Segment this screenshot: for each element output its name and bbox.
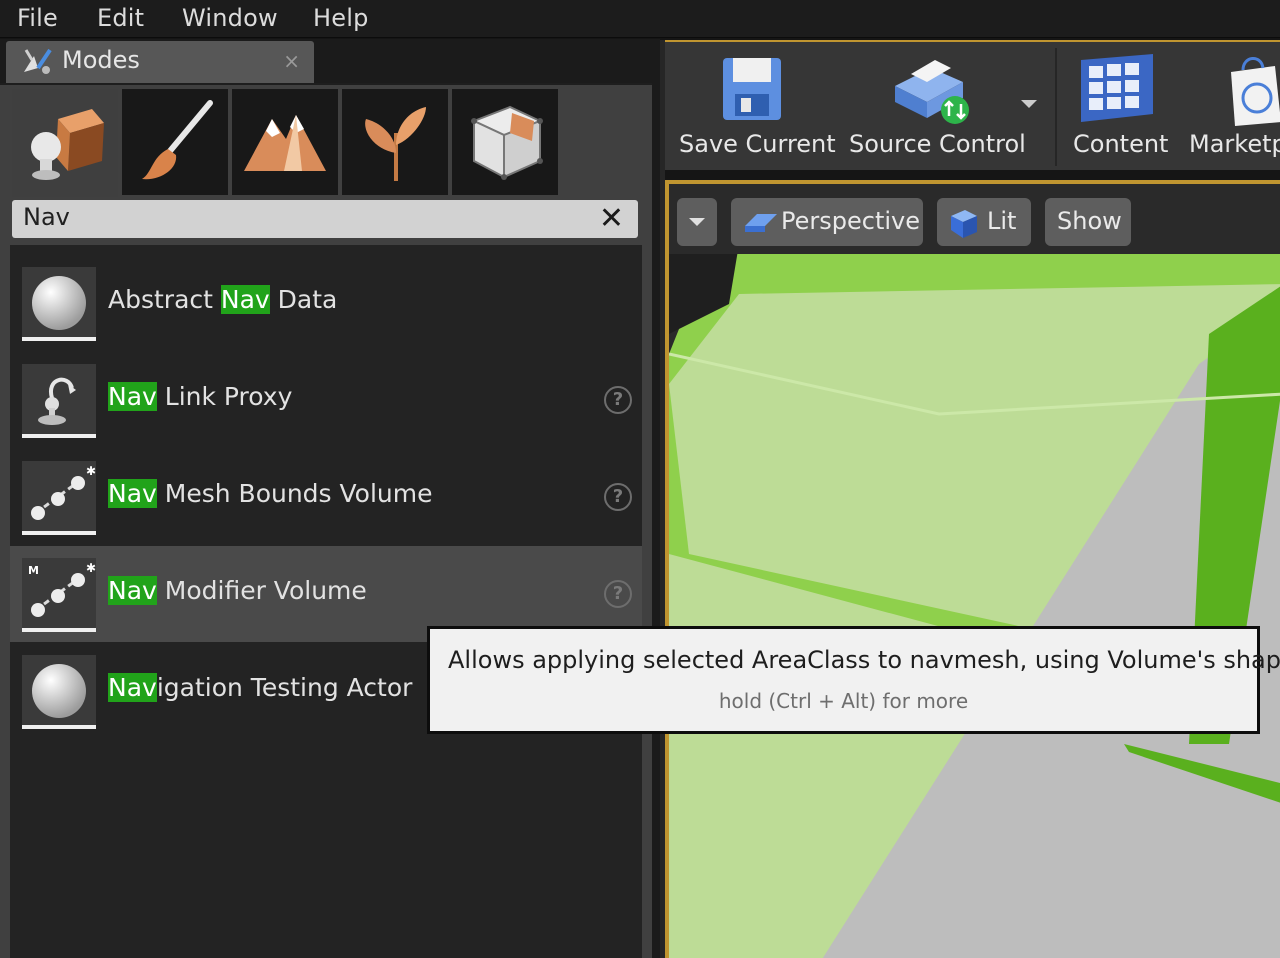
tooltip-hint: hold (Ctrl + Alt) for more <box>718 689 969 713</box>
chevron-down-icon <box>689 218 705 226</box>
item-thumbnail: M ✱ <box>22 558 96 632</box>
save-current-button[interactable]: Save Current <box>671 42 836 170</box>
tooltip: Allows applying selected AreaClass to na… <box>427 626 1280 734</box>
menu-window[interactable]: Window <box>182 4 278 32</box>
lit-cube-icon <box>951 210 977 238</box>
item-thumbnail <box>22 655 96 729</box>
save-floppy-icon <box>723 58 781 120</box>
content-browser-icon <box>1081 54 1153 122</box>
viewport-toolbar: Perspective Lit Show <box>669 184 1280 254</box>
perspective-button[interactable]: Perspective <box>731 198 923 246</box>
modes-tab-title: Modes <box>62 46 140 74</box>
clear-search-icon[interactable]: ✕ <box>599 200 624 238</box>
marketplace-button[interactable]: Marketp <box>1183 42 1280 170</box>
mode-geometry-button[interactable] <box>452 89 558 195</box>
content-label: Content <box>1073 130 1169 158</box>
list-item-nav-link-proxy[interactable]: Nav Link Proxy ? <box>10 352 642 448</box>
results-list: Abstract Nav Data Nav Link Proxy ? ✱ Nav… <box>10 245 642 958</box>
content-button[interactable]: Content <box>1063 42 1173 170</box>
viewport-options-button[interactable] <box>677 198 717 246</box>
mode-paint-button[interactable] <box>122 89 228 195</box>
sphere-icon <box>32 664 86 718</box>
level-viewport[interactable]: Perspective Lit Show <box>665 180 1280 958</box>
help-icon[interactable]: ? <box>604 580 632 608</box>
source-control-icon <box>895 60 969 124</box>
help-icon[interactable]: ? <box>604 386 632 414</box>
modes-panel-body: Nav ✕ Abstract Nav Data Nav Link Proxy ?… <box>0 83 652 958</box>
main-toolbar: Save Current Source Control Content Mark… <box>665 40 1280 170</box>
list-item-nav-mesh-bounds-volume[interactable]: ✱ Nav Mesh Bounds Volume ? <box>10 449 642 545</box>
marketplace-bag-icon <box>1231 57 1280 126</box>
item-label: Nav Link Proxy <box>108 382 293 411</box>
close-icon[interactable]: × <box>283 49 300 73</box>
place-mode-icon <box>31 109 104 180</box>
modes-tab[interactable]: Modes × <box>6 41 314 83</box>
lit-button[interactable]: Lit <box>937 198 1031 246</box>
mode-place-button[interactable] <box>12 89 118 197</box>
modifier-badge: M <box>28 564 39 577</box>
foliage-leaf-icon <box>365 107 426 181</box>
geometry-cube-icon <box>471 105 543 180</box>
modifier-volume-icon: M ✱ <box>28 561 96 617</box>
menu-bar: File Edit Window Help <box>0 0 1280 38</box>
sphere-icon <box>32 276 86 330</box>
perspective-camera-icon <box>745 214 777 232</box>
nav-link-proxy-icon <box>38 377 76 425</box>
marketplace-label: Marketp <box>1189 130 1280 158</box>
item-label: Abstract Nav Data <box>108 285 338 314</box>
item-label: Navigation Testing Actor <box>108 673 413 702</box>
toolbar-separator <box>1055 48 1057 166</box>
chevron-down-icon[interactable] <box>1021 100 1037 108</box>
svg-text:✱: ✱ <box>86 464 96 478</box>
search-match-highlight: Nav <box>108 673 157 702</box>
search-field[interactable]: Nav ✕ <box>12 200 638 238</box>
item-thumbnail <box>22 364 96 438</box>
menu-help[interactable]: Help <box>313 4 369 32</box>
show-label: Show <box>1057 207 1122 235</box>
mode-landscape-button[interactable] <box>232 89 338 195</box>
menu-edit[interactable]: Edit <box>97 4 144 32</box>
save-current-label: Save Current <box>679 130 836 158</box>
modes-icon <box>24 48 52 74</box>
item-label: Nav Modifier Volume <box>108 576 367 605</box>
source-control-button[interactable]: Source Control <box>841 42 1051 170</box>
search-match-highlight: Nav <box>220 285 270 314</box>
list-item-abstract-nav-data[interactable]: Abstract Nav Data <box>10 255 642 351</box>
lit-label: Lit <box>987 207 1017 235</box>
show-button[interactable]: Show <box>1045 198 1131 246</box>
source-control-label: Source Control <box>849 130 1026 158</box>
item-thumbnail: ✱ <box>22 461 96 535</box>
item-label: Nav Mesh Bounds Volume <box>108 479 433 508</box>
search-match-highlight: Nav <box>108 576 157 605</box>
perspective-label: Perspective <box>781 207 920 235</box>
item-thumbnail <box>22 267 96 341</box>
viewport-scene <box>669 184 1280 958</box>
help-icon[interactable]: ? <box>604 483 632 511</box>
volume-icon: ✱ <box>31 464 96 520</box>
modes-panel: Modes × Nav ✕ Abstract Nav Data Nav Link… <box>0 39 660 958</box>
menu-file[interactable]: File <box>17 4 58 32</box>
mountain-icon <box>244 115 326 171</box>
search-match-highlight: Nav <box>108 382 157 411</box>
paintbrush-icon <box>142 100 213 180</box>
tooltip-description: Allows applying selected AreaClass to na… <box>448 646 1280 674</box>
svg-text:✱: ✱ <box>86 561 96 575</box>
mode-foliage-button[interactable] <box>342 89 448 195</box>
search-input[interactable]: Nav <box>23 203 70 231</box>
search-match-highlight: Nav <box>108 479 157 508</box>
